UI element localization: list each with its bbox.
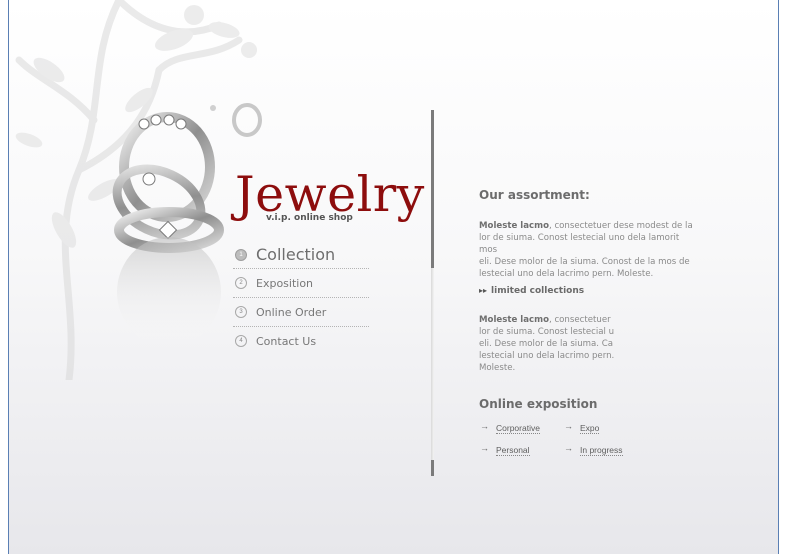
page-frame: Jewelry v.i.p. online shop 1 Collection …: [8, 0, 779, 554]
nav-number-icon: 2: [235, 277, 247, 289]
nav-number-icon: 3: [235, 306, 247, 318]
nav-item-label: Online Order: [256, 305, 327, 319]
nav-number-icon: 1: [235, 248, 247, 261]
limited-collections-link[interactable]: ▸▸ limited collections: [479, 286, 584, 296]
nav-item-online-order[interactable]: 3 Online Order: [233, 298, 369, 327]
link-expo[interactable]: Expo: [580, 423, 600, 434]
para1-line-1: , consectetuer dese modest de la: [548, 221, 693, 231]
nav-item-label: Exposition: [256, 276, 314, 290]
divider-bottom-bar: [431, 460, 434, 476]
nav-item-contact-us[interactable]: 4 Contact Us: [233, 327, 369, 355]
arrow-right-icon: →: [564, 421, 573, 431]
para2-line-1: , consectetuer: [548, 315, 611, 325]
para1-line-2: lor de siuma. Conost lestecial uno dela …: [479, 233, 680, 255]
link-corporative[interactable]: Corporative: [496, 423, 540, 434]
assortment-paragraph-1: Moleste lacmo, consectetuer dese modest …: [479, 220, 694, 280]
para2-bold: Moleste lacmo: [479, 315, 549, 325]
nav-item-label: Collection: [256, 245, 336, 264]
para2-line-4: lestecial uno dela lacrimo pern.: [479, 351, 615, 361]
para1-line-4: lestecial uno dela lacrimo pern. Moleste…: [479, 269, 654, 279]
main-nav: 1 Collection 2 Exposition 3 Online Order…: [233, 241, 369, 355]
para2-line-2: lor de siuma. Conost lestecial u: [479, 327, 615, 337]
nav-item-collection[interactable]: 1 Collection: [233, 241, 369, 269]
arrow-right-icon: →: [564, 443, 573, 453]
link-in-progress[interactable]: In progress: [580, 445, 623, 456]
arrow-right-icon: →: [480, 443, 489, 453]
brand-subtitle: v.i.p. online shop: [266, 213, 353, 223]
link-personal[interactable]: Personal: [496, 445, 530, 456]
nav-item-exposition[interactable]: 2 Exposition: [233, 269, 369, 298]
divider-top-bar: [431, 110, 434, 268]
para1-bold: Moleste lacmo: [479, 221, 549, 231]
para2-line-5: Moleste.: [479, 363, 516, 373]
nav-item-label: Contact Us: [256, 334, 317, 348]
arrow-right-icon: →: [480, 421, 489, 431]
online-exposition-heading: Online exposition: [479, 397, 598, 411]
brand-title: Jewelry: [235, 166, 425, 223]
para2-line-3: eli. Dese molor de la siuma. Ca: [479, 339, 614, 349]
assortment-paragraph-2: Moleste lacmo, consectetuer lor de siuma…: [479, 314, 629, 374]
nav-number-icon: 4: [235, 335, 247, 347]
double-arrow-icon: ▸▸: [479, 286, 488, 295]
para1-line-3: eli. Dese molor de la siuma. Conost de l…: [479, 257, 690, 267]
vertical-divider: [431, 110, 434, 476]
assortment-heading: Our assortment:: [479, 188, 590, 202]
limited-collections-label: limited collections: [491, 286, 585, 296]
